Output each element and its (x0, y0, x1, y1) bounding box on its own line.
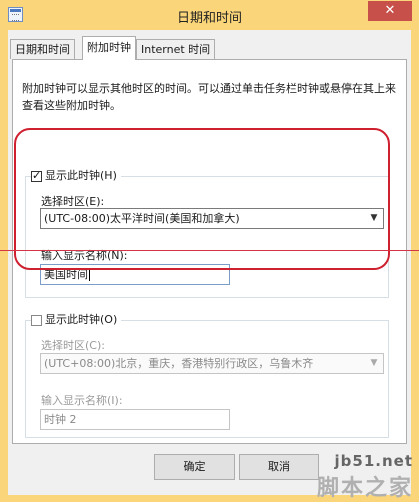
clock1-show-label: 显示此时钟(H) (45, 169, 117, 182)
clock2-timezone-value: (UTC+08:00)北京，重庆，香港特别行政区，乌鲁木齐 (44, 357, 314, 370)
clock2-timezone-select[interactable]: (UTC+08:00)北京，重庆，香港特别行政区，乌鲁木齐 ▼ (40, 353, 384, 374)
close-button[interactable]: ✕ (368, 1, 412, 21)
window-title: 日期和时间 (176, 11, 242, 26)
chevron-down-icon[interactable]: ▼ (367, 209, 381, 228)
description-text: 附加时钟可以显示其他时区的时间。可以通过单击任务栏时钟或悬停在其上来查看这些附加… (22, 82, 396, 112)
clock1-timezone-select[interactable]: (UTC-08:00)太平洋时间(美国和加拿大) ▼ (40, 208, 384, 229)
clock1-show-checkbox-row[interactable]: 显示此时钟(H) (31, 169, 121, 183)
clock2-show-checkbox-row[interactable]: 显示此时钟(O) (31, 313, 122, 327)
close-icon: ✕ (384, 3, 396, 18)
clock1-name-value: 美国时间 (44, 268, 88, 281)
cancel-button[interactable]: 取消 (239, 454, 319, 480)
watermark-site: jb51.net (334, 452, 413, 470)
watermark-logo: 脚本之家 (316, 475, 413, 501)
tab-date-time[interactable]: 日期和时间 (10, 39, 75, 59)
clock2-show-label: 显示此时钟(O) (45, 313, 118, 326)
clock1-name-input[interactable]: 美国时间 (40, 264, 230, 285)
clock2-name-input[interactable]: 时钟 2 (40, 409, 230, 430)
title-bar[interactable]: 日期和时间 ✕ (0, 0, 419, 30)
clock2-timezone-label: 选择时区(C): (41, 339, 105, 352)
clock2-name-value: 时钟 2 (44, 413, 77, 426)
tab-additional-clocks[interactable]: 附加时钟 (82, 36, 136, 60)
clock1-name-label: 输入显示名称(N): (41, 249, 128, 262)
chevron-down-icon[interactable]: ▼ (367, 354, 381, 373)
tab-internet-time[interactable]: Internet 时间 (136, 39, 216, 59)
clock2-name-label: 输入显示名称(I): (41, 394, 123, 407)
clock1-timezone-value: (UTC-08:00)太平洋时间(美国和加拿大) (44, 212, 240, 225)
clock1-show-checkbox[interactable] (31, 169, 42, 183)
dialog-body: 日期和时间 附加时钟 Internet 时间 附加时钟可以显示其他时区的时间。可… (8, 30, 411, 495)
tab-panel: 附加时钟可以显示其他时区的时间。可以通过单击任务栏时钟或悬停在其上来查看这些附加… (12, 59, 407, 444)
clock1-timezone-label: 选择时区(E): (41, 195, 105, 208)
text-caret (89, 269, 90, 281)
ok-button[interactable]: 确定 (154, 454, 235, 480)
clock2-show-checkbox[interactable] (31, 314, 42, 326)
